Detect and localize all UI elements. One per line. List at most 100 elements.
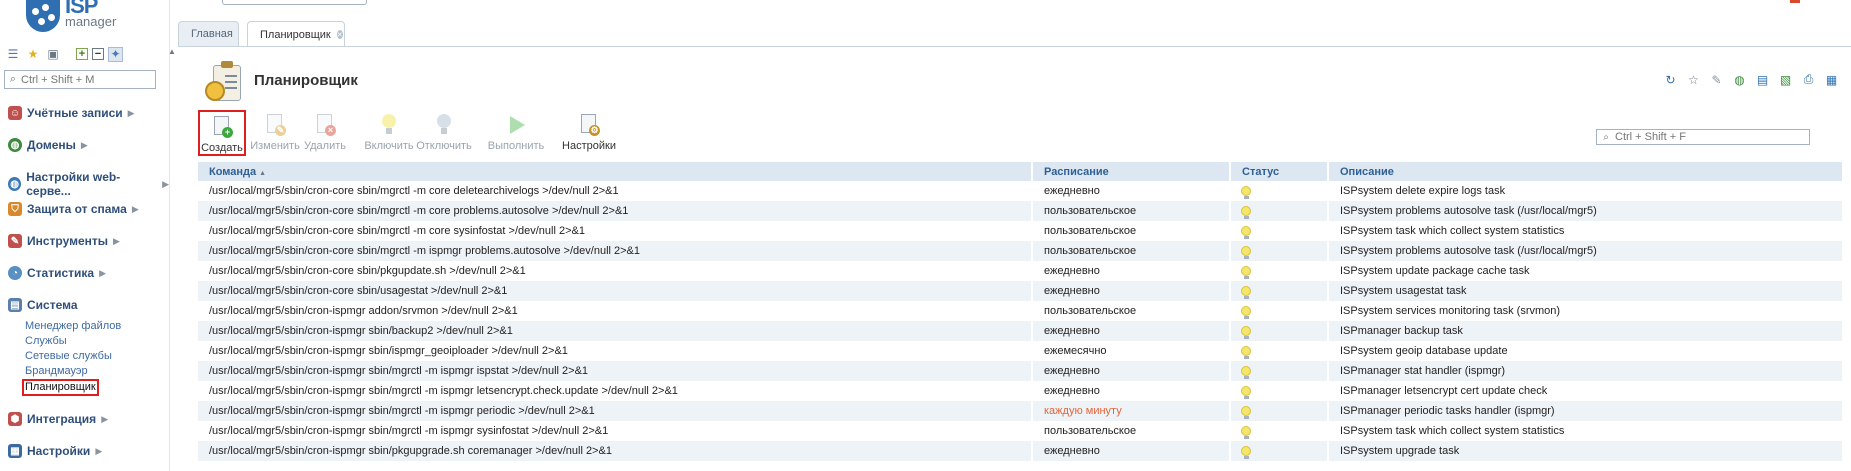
sidebar-search[interactable]: ⌕ [4,70,156,89]
settings-button[interactable]: ⚙ Настройки [562,110,616,156]
menu-group-system[interactable]: ▤ Система [8,298,78,312]
cell-command: /usr/local/mgr5/sbin/cron-ispmgr sbin/mg… [198,361,1033,381]
table-row[interactable]: /usr/local/mgr5/sbin/cron-ispmgr sbin/mg… [198,401,1844,421]
cell-command: /usr/local/mgr5/sbin/cron-core sbin/mgrc… [198,241,1033,261]
refresh-icon[interactable]: ↻ [1663,72,1678,87]
create-button[interactable]: + Создать [198,110,246,156]
column-header-command[interactable]: Команда ▲ [198,162,1033,181]
cell-command: /usr/local/mgr5/sbin/cron-core sbin/mgrc… [198,181,1033,201]
cell-description: ISPsystem problems autosolve task (/usr/… [1328,201,1844,221]
disable-button[interactable]: Отключить [416,110,472,156]
table-row[interactable]: /usr/local/mgr5/sbin/cron-ispmgr sbin/mg… [198,421,1844,441]
sidebar-item-firewall[interactable]: Брандмауэр [25,364,121,379]
cell-command: /usr/local/mgr5/sbin/cron-core sbin/mgrc… [198,201,1033,221]
sidebar-search-input[interactable] [21,73,151,86]
enable-button[interactable]: Включить [364,110,414,156]
star-icon[interactable]: ★ [26,47,40,61]
cell-schedule: пользовательское [1032,201,1231,221]
table-row[interactable]: /usr/local/mgr5/sbin/cron-core sbin/usag… [198,281,1844,301]
cell-command: /usr/local/mgr5/sbin/cron-ispmgr sbin/mg… [198,421,1033,441]
cell-status [1230,241,1329,261]
settings-icon[interactable]: ▦ [1824,72,1839,87]
table-row[interactable]: /usr/local/mgr5/sbin/cron-core sbin/mgrc… [198,201,1844,221]
sidebar-item-scheduler[interactable]: Планировщик [22,379,99,396]
menu-group-settings[interactable]: ▦ Настройки ▶ [8,444,102,458]
table-row[interactable]: /usr/local/mgr5/sbin/cron-core sbin/pkgu… [198,261,1844,281]
menu-group-accounts[interactable]: ☺ Учётные записи ▶ [8,106,135,120]
table-row[interactable]: /usr/local/mgr5/sbin/cron-ispmgr sbin/mg… [198,381,1844,401]
table-row[interactable]: /usr/local/mgr5/sbin/cron-ispmgr sbin/ba… [198,321,1844,341]
close-icon[interactable]: ✕ [336,30,343,39]
pin-icon[interactable]: ✎ [1709,72,1724,87]
table-row[interactable]: /usr/local/mgr5/sbin/cron-core sbin/mgrc… [198,221,1844,241]
menu-group-statistics[interactable]: ◔ Статистика ▶ [8,266,106,280]
cell-schedule: ежедневно [1032,361,1231,381]
cell-description: ISPsystem upgrade task [1328,441,1844,461]
ispmanager-logo[interactable]: ISP manager [26,0,116,34]
status-bulb-icon [1241,205,1251,219]
cell-command: /usr/local/mgr5/sbin/cron-ispmgr sbin/ba… [198,321,1033,341]
delete-button[interactable]: × Удалить [302,110,348,156]
table-row[interactable]: /usr/local/mgr5/sbin/cron-core sbin/mgrc… [198,181,1844,201]
menu-group-label: Настройки web-серве... [26,170,121,198]
menu-group-label: Инструменты [27,234,109,248]
settings-icon: ▦ [8,444,22,458]
cell-status [1230,401,1329,421]
sidebar-item-services[interactable]: Службы [25,334,121,349]
run-label: Выполнить [487,140,545,152]
column-header-description[interactable]: Описание [1328,162,1844,181]
menu-group-label: Статистика [27,266,95,280]
tab-home[interactable]: Главная [178,21,239,46]
table-row[interactable]: /usr/local/mgr5/sbin/cron-ispmgr sbin/mg… [198,361,1844,381]
sidebar-item-network-services[interactable]: Сетевые службы [25,349,121,364]
cell-status [1230,341,1329,361]
column-header-status[interactable]: Статус [1230,162,1329,181]
menu-group-web-server[interactable]: ◍ Настройки web-серве... ▶ [8,170,169,198]
pin-icon[interactable]: ✦ [108,46,123,62]
tab-scheduler[interactable]: Планировщик ✕ [247,21,345,47]
global-search-field[interactable] [222,0,367,5]
favorite-icon[interactable]: ☆ [1686,72,1701,87]
print-icon[interactable]: ⎙ [1801,72,1816,87]
table-row[interactable]: /usr/local/mgr5/sbin/cron-ispmgr sbin/pk… [198,441,1844,461]
cell-description: ISPmanager periodic tasks handler (ispmg… [1328,401,1844,421]
column-header-schedule[interactable]: Расписание [1032,162,1231,181]
menu-group-tools[interactable]: ✎ Инструменты ▶ [8,234,120,248]
edit-button[interactable]: ✎ Изменить [250,110,300,156]
table-row[interactable]: /usr/local/mgr5/sbin/cron-ispmgr addon/s… [198,301,1844,321]
disable-label: Отключить [416,140,472,152]
menu-group-label: Интеграция [27,412,97,426]
logo-subtitle: manager [65,14,117,29]
cell-description: ISPsystem usagestat task [1328,281,1844,301]
collapse-all-icon[interactable]: − [92,48,104,60]
sidebar-toolbar: ☰ ★ ▣ + − ✦ [6,46,129,62]
create-label: Создать [201,142,243,154]
menu-group-domains[interactable]: ◍ Домены ▶ [8,138,88,152]
cell-status [1230,421,1329,441]
cell-command: /usr/local/mgr5/sbin/cron-core sbin/mgrc… [198,221,1033,241]
cell-description: ISPmanager stat handler (ispmgr) [1328,361,1844,381]
table-row[interactable]: /usr/local/mgr5/sbin/cron-core sbin/mgrc… [198,241,1844,261]
menu-group-spam-protection[interactable]: ⛉ Защита от спама ▶ [8,202,139,216]
tree-icon[interactable]: ☰ [6,47,20,61]
bag-icon[interactable]: ▣ [46,47,60,61]
status-bulb-icon [1241,285,1251,299]
menu-group-integration[interactable]: ⬢ Интеграция ▶ [8,412,108,426]
table-row[interactable]: /usr/local/mgr5/sbin/cron-ispmgr sbin/is… [198,341,1844,361]
table-search-input[interactable] [1615,131,1805,143]
expand-all-icon[interactable]: + [76,48,88,60]
cell-command: /usr/local/mgr5/sbin/cron-ispmgr sbin/mg… [198,401,1033,421]
export-icon[interactable]: ▧ [1778,72,1793,87]
globe-icon[interactable]: ◍ [1732,72,1747,87]
cell-description: ISPmanager letsencrypt cert update check [1328,381,1844,401]
run-button[interactable]: Выполнить [487,110,545,156]
sidebar-collapse-icon[interactable]: ▲ [168,47,176,56]
table-header-row: Команда ▲ Расписание Статус Описание [198,162,1844,181]
sidebar-item-file-manager[interactable]: Менеджер файлов [25,319,121,334]
search-icon: ⌕ [9,73,17,85]
table-search[interactable]: ⌕ [1596,129,1810,145]
cell-description: ISPsystem geoip database update [1328,341,1844,361]
notification-icon[interactable] [1790,0,1800,3]
document-icon[interactable]: ▤ [1755,72,1770,87]
edit-label: Изменить [250,140,300,152]
